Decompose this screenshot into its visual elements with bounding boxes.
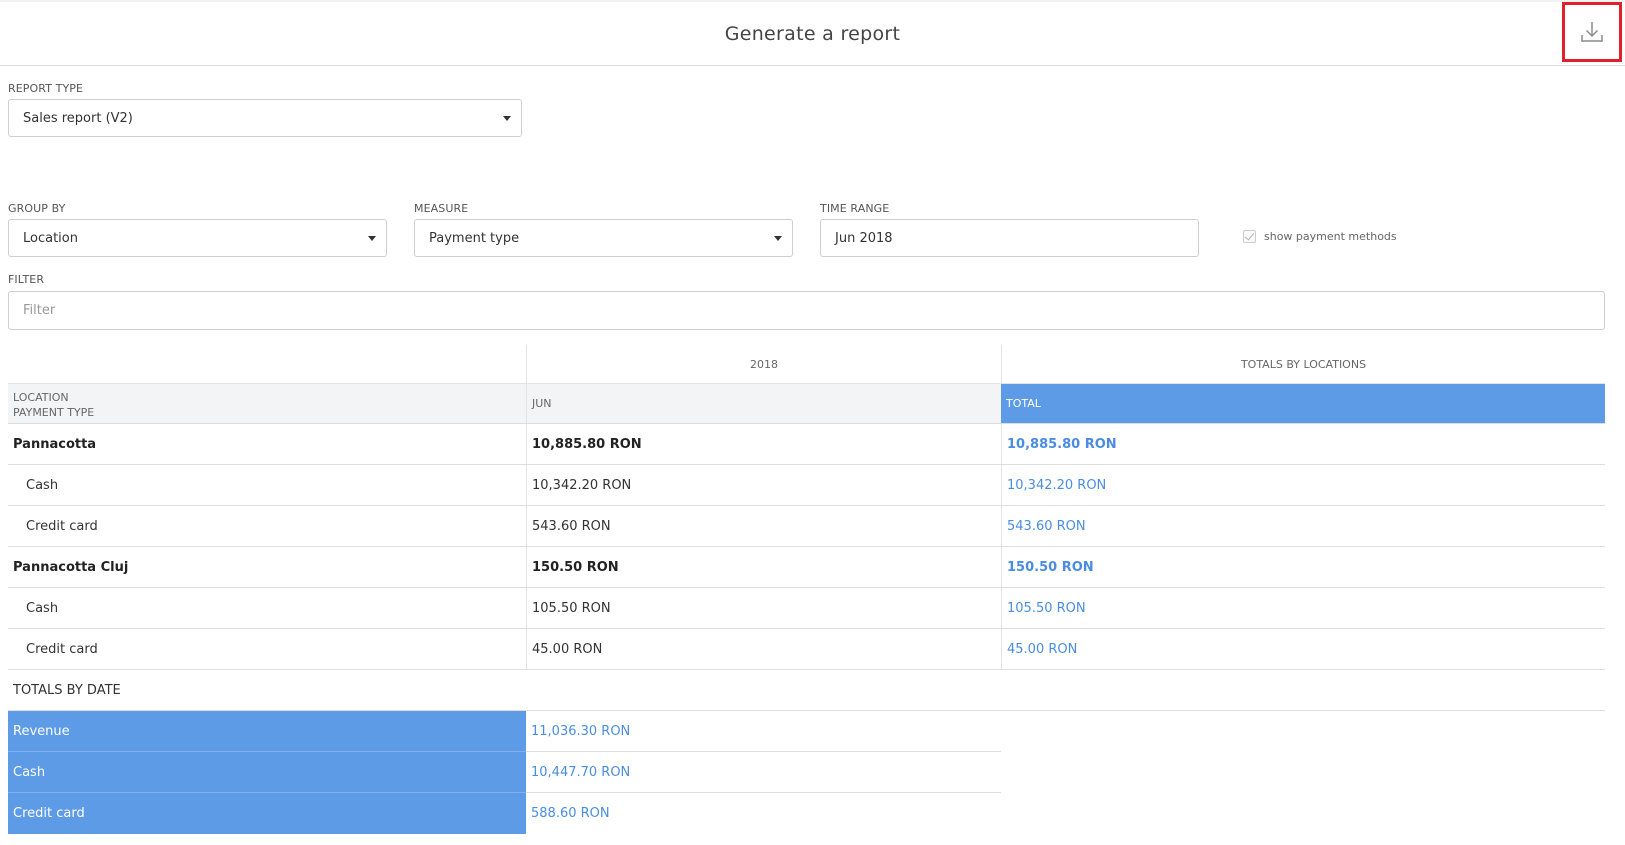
table-row: Pannacotta Cluj 150.50 RON 150.50 RON bbox=[8, 547, 1605, 588]
chevron-down-icon bbox=[368, 236, 376, 241]
total-header: TOTAL bbox=[1001, 384, 1605, 423]
filter-input[interactable]: Filter bbox=[8, 291, 1605, 330]
year-header: 2018 bbox=[526, 345, 1001, 383]
table-row: Credit card 543.60 RON 543.60 RON bbox=[8, 506, 1605, 547]
page-header: Generate a report bbox=[0, 0, 1625, 66]
chevron-down-icon bbox=[503, 116, 511, 121]
row-label: Cash bbox=[26, 600, 59, 616]
row-jun-value: 543.60 RON bbox=[526, 506, 1001, 546]
location-header: LOCATION bbox=[13, 391, 69, 404]
totals-row: Revenue 11,036.30 RON bbox=[8, 711, 1605, 752]
download-button[interactable] bbox=[1562, 2, 1622, 62]
totals-by-date-label: TOTALS BY DATE bbox=[13, 682, 121, 698]
row-header-cell: LOCATION PAYMENT TYPE bbox=[8, 384, 526, 423]
measure-value: Payment type bbox=[429, 230, 520, 246]
page-title: Generate a report bbox=[724, 23, 901, 45]
row-total-value[interactable]: 150.50 RON bbox=[1001, 547, 1605, 587]
chevron-down-icon bbox=[774, 236, 782, 241]
show-payment-methods-toggle[interactable]: show payment methods bbox=[1243, 230, 1397, 243]
totals-row: Cash 10,447.70 RON bbox=[8, 752, 1605, 793]
totals-row: Credit card 588.60 RON bbox=[8, 793, 1605, 834]
row-jun-value: 10,342.20 RON bbox=[526, 465, 1001, 505]
row-label: Credit card bbox=[26, 641, 98, 657]
payment-type-header: PAYMENT TYPE bbox=[13, 406, 95, 419]
measure-label: MEASURE bbox=[414, 202, 469, 215]
totals-by-locations-header: TOTALS BY LOCATIONS bbox=[1001, 345, 1605, 383]
measure-select[interactable]: Payment type bbox=[414, 219, 793, 257]
row-jun-value: 10,885.80 RON bbox=[526, 424, 1001, 464]
table-row: Pannacotta 10,885.80 RON 10,885.80 RON bbox=[8, 424, 1605, 465]
group-by-select[interactable]: Location bbox=[8, 219, 387, 257]
totals-label: Cash bbox=[8, 752, 526, 793]
totals-value[interactable]: 588.60 RON bbox=[526, 793, 1001, 834]
row-total-value[interactable]: 543.60 RON bbox=[1001, 506, 1605, 546]
table-row: Credit card 45.00 RON 45.00 RON bbox=[8, 629, 1605, 670]
totals-label: Revenue bbox=[8, 711, 526, 752]
row-jun-value: 45.00 RON bbox=[526, 629, 1001, 669]
totals-by-date-row: TOTALS BY DATE bbox=[8, 670, 1605, 711]
row-total-value[interactable]: 10,342.20 RON bbox=[1001, 465, 1605, 505]
time-range-input[interactable]: Jun 2018 bbox=[820, 219, 1199, 257]
row-total-value[interactable]: 10,885.80 RON bbox=[1001, 424, 1605, 464]
totals-value[interactable]: 10,447.70 RON bbox=[526, 752, 1001, 793]
show-payment-methods-label: show payment methods bbox=[1264, 230, 1397, 243]
row-label: Pannacotta Cluj bbox=[13, 559, 129, 575]
checkbox-checked-icon[interactable] bbox=[1243, 230, 1256, 243]
row-label: Pannacotta bbox=[13, 436, 97, 452]
row-total-value[interactable]: 45.00 RON bbox=[1001, 629, 1605, 669]
group-by-value: Location bbox=[23, 230, 78, 246]
filter-label: FILTER bbox=[8, 273, 45, 286]
filter-placeholder: Filter bbox=[23, 303, 56, 318]
header-empty-cell bbox=[8, 345, 526, 383]
report-type-label: REPORT TYPE bbox=[8, 82, 84, 95]
totals-value[interactable]: 11,036.30 RON bbox=[526, 711, 1001, 752]
report-type-value: Sales report (V2) bbox=[23, 110, 133, 126]
month-header: JUN bbox=[526, 384, 1001, 423]
group-by-label: GROUP BY bbox=[8, 202, 66, 215]
table-row: Cash 105.50 RON 105.50 RON bbox=[8, 588, 1605, 629]
time-range-label: TIME RANGE bbox=[820, 202, 890, 215]
table-row: Cash 10,342.20 RON 10,342.20 RON bbox=[8, 465, 1605, 506]
row-jun-value: 105.50 RON bbox=[526, 588, 1001, 628]
table-header-sub: LOCATION PAYMENT TYPE JUN TOTAL bbox=[8, 383, 1605, 424]
row-label: Cash bbox=[26, 477, 59, 493]
row-label: Credit card bbox=[26, 518, 98, 534]
table-header-top: 2018 TOTALS BY LOCATIONS bbox=[8, 345, 1605, 383]
report-type-select[interactable]: Sales report (V2) bbox=[8, 99, 522, 137]
row-jun-value: 150.50 RON bbox=[526, 547, 1001, 587]
row-total-value[interactable]: 105.50 RON bbox=[1001, 588, 1605, 628]
time-range-value: Jun 2018 bbox=[835, 230, 893, 246]
totals-label: Credit card bbox=[8, 793, 526, 834]
download-icon bbox=[1581, 22, 1603, 42]
